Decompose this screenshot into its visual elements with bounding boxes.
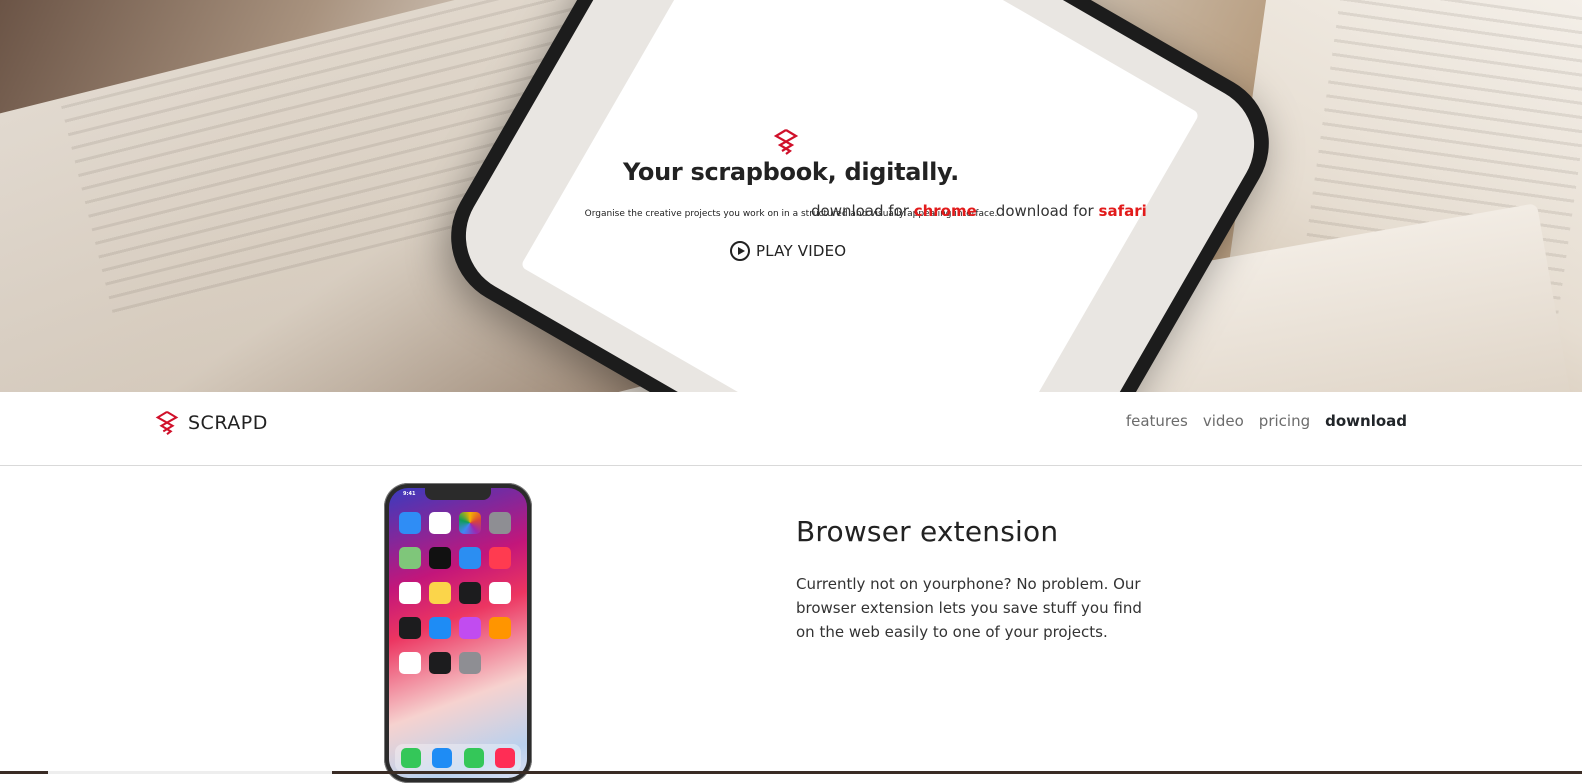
music-app-icon [495,748,516,768]
notes-app-icon [429,582,451,604]
download-safari-prefix: download for [995,202,1094,220]
download-links: download for chrome download for safari [811,202,1147,220]
nav-link-pricing[interactable]: pricing [1259,412,1310,430]
play-video-label: PLAY VIDEO [756,242,847,260]
download-chrome-prefix: download for [811,202,909,220]
camera-app-icon [489,512,511,534]
scrapd-logo-icon [773,129,799,155]
iphone-mockup: 9:41 [384,483,532,783]
play-video-button[interactable]: PLAY VIDEO [730,240,846,262]
nav-link-features[interactable]: features [1126,412,1188,430]
extension-heading: Browser extension [796,515,1059,548]
news-app-icon [489,547,511,569]
maps-app-icon [399,547,421,569]
phone-app-icon [400,748,421,768]
mail-app-icon [399,512,421,534]
nav-link-download[interactable]: download [1325,412,1407,430]
calendar-app-icon [429,512,451,534]
photos-app-icon [459,512,481,534]
download-safari-link[interactable]: safari [1099,202,1147,220]
extension-content: Browser extension Currently not on yourp… [796,515,1156,644]
app-store-icon [429,617,451,639]
home-app-icon [399,582,421,604]
stocks-app-icon [459,582,481,604]
reminders-app-icon [489,582,511,604]
tv-app-icon [399,617,421,639]
brand-link[interactable]: SCRAPD [154,410,268,436]
download-safari-item: download for safari [996,202,1147,220]
health-app-icon [399,652,421,674]
play-circle-icon [730,241,750,261]
hero-content: Your scrapbook, digitally. Organise the … [0,0,1582,392]
nav-links: features video pricing download [1126,412,1407,430]
browser-extension-section: 9:41 Browser extension Currently not on … [0,467,1582,783]
hero-title: Your scrapbook, digitally. [623,158,959,186]
clock-app-icon [429,547,451,569]
iphone-time: 9:41 [403,491,416,497]
hero-section: Your scrapbook, digitally. Organise the … [0,0,1582,392]
settings-app-icon [459,652,481,674]
iphone-dock [395,744,521,772]
messages-app-icon [463,748,484,768]
nav-link-video[interactable]: video [1203,412,1244,430]
download-chrome-link[interactable]: chrome [914,202,977,220]
books-app-icon [489,617,511,639]
navbar: SCRAPD features video pricing download [0,392,1582,466]
iphone-notch [425,488,491,500]
brand-name: SCRAPD [188,412,268,434]
scrapd-logo-icon [155,410,179,435]
safari-app-icon [432,748,453,768]
iphone-app-grid [399,512,511,674]
download-chrome-item: download for chrome [811,202,977,220]
hero-subtitle: Organise the creative projects you work … [584,209,998,219]
weather-app-icon [459,547,481,569]
extension-description: Currently not on yourphone? No problem. … [796,575,1142,641]
iphone-screen: 9:41 [389,488,527,778]
itunes-store-icon [459,617,481,639]
wallet-app-icon [429,652,451,674]
